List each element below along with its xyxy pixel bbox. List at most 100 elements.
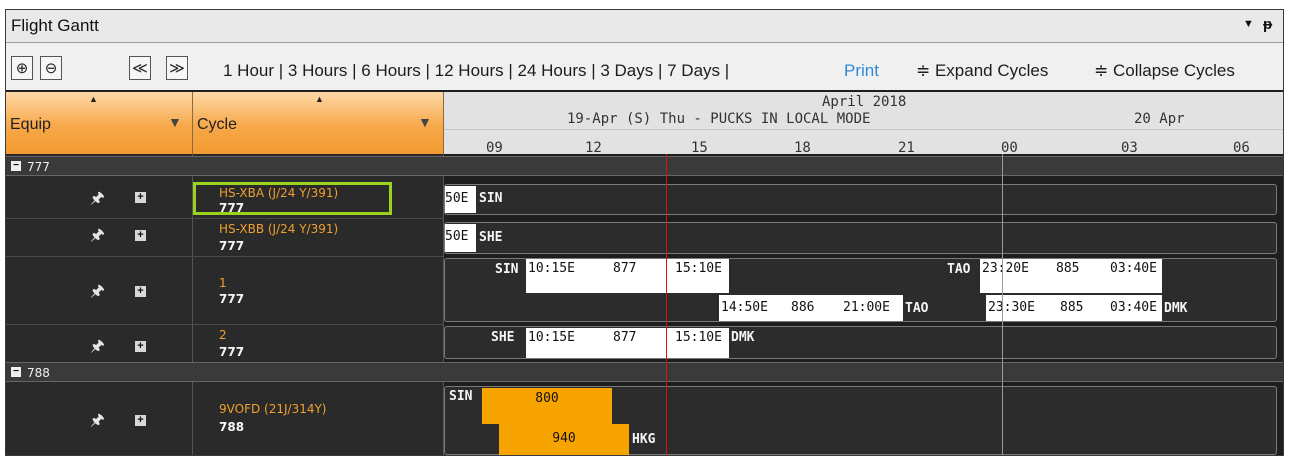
arrival-time: 03:40E xyxy=(1110,300,1157,315)
flight-bar[interactable]: 23:20E 885 03:40E xyxy=(980,259,1162,293)
station-label: SIN xyxy=(495,262,519,277)
time-range-links[interactable]: 1 Hour | 3 Hours | 6 Hours | 12 Hours | … xyxy=(223,61,729,81)
arrival-time: 03:40E xyxy=(1110,261,1157,276)
arrival-time: 15:10E xyxy=(675,330,722,345)
current-time-line xyxy=(666,154,667,455)
cycle-header-label: Cycle xyxy=(197,116,238,133)
pin-icon[interactable]: 🖈 xyxy=(90,409,105,436)
zoom-out-icon: ⊖ xyxy=(44,60,58,77)
station-label: TAO xyxy=(905,301,929,316)
flight-number: 800 xyxy=(535,391,559,406)
expand-row-icon[interactable]: + xyxy=(135,341,146,352)
row-divider xyxy=(6,324,443,325)
flight-bar[interactable]: 10:15E 877 15:10E xyxy=(526,328,729,358)
next-button[interactable]: ≫ xyxy=(166,56,188,80)
collapse-cycles-button[interactable]: ≑ Collapse Cycles xyxy=(1094,61,1235,81)
departure-time: 10:15E xyxy=(528,261,575,276)
station-label: DMK xyxy=(731,330,755,345)
station-label: DMK xyxy=(1164,301,1188,316)
station-label: SHE xyxy=(479,230,503,245)
station-label: HKG xyxy=(632,432,656,447)
departure-time: 14:50E xyxy=(721,300,768,315)
station-label: SHE xyxy=(491,330,515,345)
filter-icon[interactable]: ▼ xyxy=(168,114,182,130)
group-row-788[interactable]: − 788 xyxy=(6,362,1283,382)
group-label: 788 xyxy=(27,366,50,380)
gantt-lane[interactable] xyxy=(444,222,1277,254)
expand-row-icon[interactable]: + xyxy=(135,230,146,241)
departure-time: 23:30E xyxy=(988,300,1035,315)
gantt-lane[interactable] xyxy=(444,184,1277,215)
expand-row-icon[interactable]: + xyxy=(135,192,146,203)
cycle-name[interactable]: 2 xyxy=(219,328,227,342)
station-label: SIN xyxy=(479,191,503,206)
title-bar: Flight Gantt ▼ ᵽ xyxy=(6,10,1283,43)
station-label: SIN xyxy=(449,389,473,404)
pin-window-icon[interactable]: ᵽ xyxy=(1263,16,1272,33)
sort-arrow-icon[interactable]: ▲ xyxy=(315,94,324,104)
expand-cycles-button[interactable]: ≑ Expand Cycles xyxy=(916,61,1048,81)
selected-cycle-highlight xyxy=(193,182,392,215)
cycle-equip: 777 xyxy=(219,239,245,253)
print-link[interactable]: Print xyxy=(844,61,879,81)
expand-row-icon[interactable]: + xyxy=(135,286,146,297)
cycle-equip: 788 xyxy=(219,420,245,434)
departure-time: 23:20E xyxy=(982,261,1029,276)
duty-block[interactable]: 50E xyxy=(445,224,476,252)
flight-gantt-window: Flight Gantt ▼ ᵽ ⊕ ⊖ ≪ ≫ 1 Hour | 3 Hour… xyxy=(5,9,1284,456)
flight-number: 877 xyxy=(613,330,637,345)
duty-block[interactable]: 50E xyxy=(445,186,476,213)
group-label: 777 xyxy=(27,160,50,174)
previous-button[interactable]: ≪ xyxy=(129,56,151,80)
window-title: Flight Gantt xyxy=(11,16,99,35)
collapse-group-icon[interactable]: − xyxy=(11,161,21,171)
cycle-equip: 777 xyxy=(219,292,245,306)
pin-icon[interactable]: 🖈 xyxy=(90,224,105,251)
group-row-777[interactable]: − 777 xyxy=(6,156,1283,176)
arrival-time: 15:10E xyxy=(675,261,722,276)
flight-number: 940 xyxy=(552,431,576,446)
arrival-time: 21:00E xyxy=(843,300,890,315)
equip-column-header[interactable]: ▲ Equip ▼ xyxy=(6,92,193,154)
double-right-icon: ≫ xyxy=(169,60,185,77)
flight-bar[interactable]: 800 xyxy=(482,388,612,424)
cycle-name[interactable]: HS-XBB (J/24 Y/391) xyxy=(219,222,338,236)
double-left-icon: ≪ xyxy=(132,60,148,77)
duty-tag: 50E xyxy=(445,191,469,206)
pin-icon[interactable]: 🖈 xyxy=(90,335,105,362)
sort-arrow-icon[interactable]: ▲ xyxy=(89,94,98,104)
cycle-equip: 777 xyxy=(219,345,245,359)
collapse-group-icon[interactable]: − xyxy=(11,367,21,377)
header-divider xyxy=(444,129,1283,130)
month-label: April 2018 xyxy=(822,94,907,110)
day-label: 20 Apr xyxy=(1134,111,1185,127)
dropdown-icon[interactable]: ▼ xyxy=(1243,18,1254,30)
flight-bar[interactable]: 23:30E 885 03:40E xyxy=(986,295,1162,321)
cycle-name[interactable]: 9VOFD (21J/314Y) xyxy=(219,402,326,416)
zoom-in-icon: ⊕ xyxy=(15,60,29,77)
cycle-column-header[interactable]: ▲ Cycle ▼ xyxy=(193,92,444,154)
expand-row-icon[interactable]: + xyxy=(135,415,146,426)
flight-bar[interactable]: 10:15E 877 15:10E xyxy=(526,259,729,293)
flight-number: 886 xyxy=(791,300,815,315)
row-divider xyxy=(6,218,443,219)
filter-icon[interactable]: ▼ xyxy=(418,114,432,130)
cycle-name[interactable]: 1 xyxy=(219,276,227,290)
timeline-header: April 2018 19-Apr (S) Thu - PUCKS IN LOC… xyxy=(444,92,1283,156)
flight-number: 877 xyxy=(613,261,637,276)
toolbar: ⊕ ⊖ ≪ ≫ 1 Hour | 3 Hours | 6 Hours | 12 … xyxy=(6,43,1283,90)
pin-icon[interactable]: 🖈 xyxy=(90,280,105,307)
flight-bar[interactable]: 14:50E 886 21:00E xyxy=(719,295,903,321)
zoom-in-button[interactable]: ⊕ xyxy=(11,56,33,80)
duty-tag: 50E xyxy=(445,229,469,244)
flight-number: 885 xyxy=(1056,261,1080,276)
departure-time: 10:15E xyxy=(528,330,575,345)
day-boundary-line xyxy=(1002,154,1003,455)
pin-icon[interactable]: 🖈 xyxy=(90,187,105,214)
zoom-out-button[interactable]: ⊖ xyxy=(40,56,62,80)
flight-number: 885 xyxy=(1060,300,1084,315)
flight-bar[interactable]: 940 xyxy=(499,424,629,455)
equip-header-label: Equip xyxy=(10,116,51,133)
row-divider xyxy=(6,256,443,257)
station-label: TAO xyxy=(947,262,971,277)
